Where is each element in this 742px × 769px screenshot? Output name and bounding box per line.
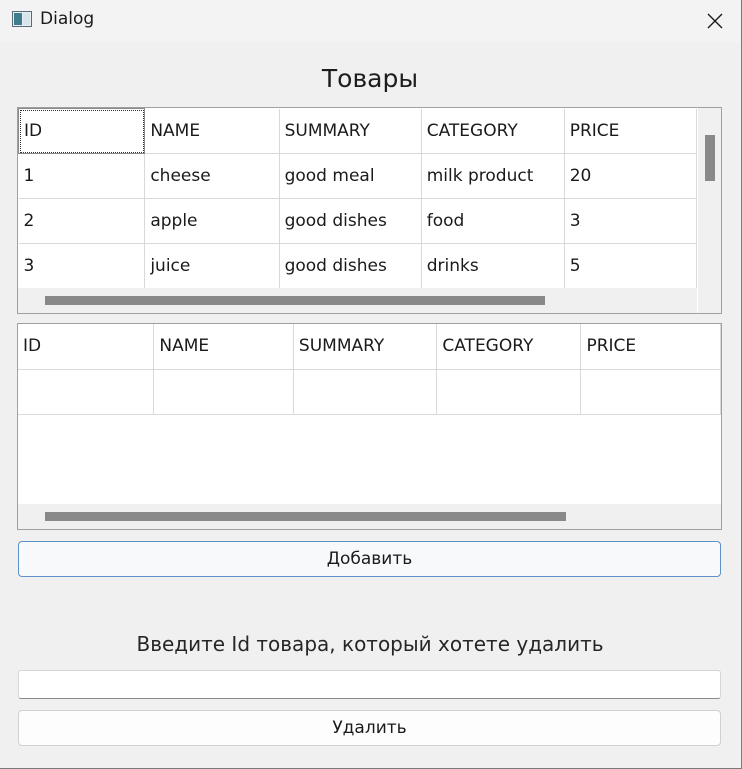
table-cell[interactable]: good dishes (279, 198, 422, 244)
vertical-scrollbar-thumb[interactable] (705, 135, 715, 181)
table-cell[interactable]: 3 (18, 243, 146, 288)
table-cell[interactable]: good dishes (279, 243, 422, 288)
title-bar[interactable]: Dialog (0, 0, 740, 42)
table-cell[interactable]: NAME (144, 108, 280, 154)
horizontal-scrollbar-thumb[interactable] (45, 296, 545, 305)
table-cell[interactable] (153, 369, 294, 415)
table-cell[interactable]: 1 (18, 153, 146, 199)
products-grid: ID NAME SUMMARY CATEGORY PRICE 1 cheese … (18, 108, 697, 288)
window-app-icon (12, 11, 32, 27)
horizontal-scrollbar[interactable] (18, 504, 721, 529)
table-row[interactable]: 3 juice good dishes drinks 5 (18, 243, 697, 288)
add-button[interactable]: Добавить (18, 541, 721, 577)
horizontal-scrollbar-thumb[interactable] (45, 512, 566, 521)
table-row[interactable]: ID NAME SUMMARY CATEGORY PRICE (18, 324, 721, 370)
window-title: Dialog (40, 9, 95, 29)
table-cell[interactable]: PRICE (564, 108, 697, 154)
table-cell[interactable] (18, 369, 155, 415)
table-cell[interactable]: SUMMARY (293, 324, 438, 370)
delete-prompt-label: Введите Id товара, который хотете удалит… (136, 632, 604, 656)
second-table[interactable]: ID NAME SUMMARY CATEGORY PRICE (17, 323, 722, 530)
table-cell[interactable]: 3 (564, 198, 697, 244)
table-cell[interactable]: 20 (564, 153, 697, 199)
table-cell[interactable]: food (421, 198, 565, 244)
table-cell[interactable]: NAME (153, 324, 294, 370)
horizontal-scrollbar[interactable] (18, 288, 697, 313)
products-table-viewport: ID NAME SUMMARY CATEGORY PRICE 1 cheese … (18, 108, 697, 288)
close-button[interactable] (696, 4, 734, 38)
table-cell[interactable] (580, 369, 721, 415)
table-cell[interactable]: PRICE (580, 324, 721, 370)
table-cell[interactable]: milk product (421, 153, 565, 199)
table-row[interactable] (18, 369, 721, 415)
table-cell[interactable]: cheese (144, 153, 280, 199)
vertical-scrollbar[interactable] (698, 108, 721, 313)
table-cell[interactable]: drinks (421, 243, 565, 288)
table-cell[interactable]: ID (18, 324, 155, 370)
table-cell[interactable]: good meal (279, 153, 422, 199)
table-cell[interactable]: ID (18, 108, 146, 154)
table-row[interactable]: 2 apple good dishes food 3 (18, 198, 697, 244)
table-cell[interactable]: CATEGORY (421, 108, 565, 154)
delete-button[interactable]: Удалить (18, 710, 721, 746)
second-table-viewport: ID NAME SUMMARY CATEGORY PRICE (18, 324, 721, 504)
table-cell[interactable]: 2 (18, 198, 146, 244)
table-cell[interactable]: CATEGORY (436, 324, 582, 370)
dialog-window: Dialog Товары ID NAME SUMMARY CATEGORY P… (0, 0, 742, 769)
delete-id-input[interactable] (18, 670, 721, 699)
table-row[interactable]: 1 cheese good meal milk product 20 (18, 153, 697, 199)
second-grid: ID NAME SUMMARY CATEGORY PRICE (18, 324, 721, 415)
table-cell[interactable]: apple (144, 198, 280, 244)
table-cell[interactable] (436, 369, 582, 415)
table-cell[interactable]: 5 (564, 243, 697, 288)
close-icon (707, 13, 723, 29)
table-cell[interactable] (293, 369, 438, 415)
table-row[interactable]: ID NAME SUMMARY CATEGORY PRICE (18, 108, 697, 154)
products-heading: Товары (321, 64, 419, 93)
table-cell[interactable]: juice (144, 243, 280, 288)
table-cell[interactable]: SUMMARY (279, 108, 422, 154)
products-table[interactable]: ID NAME SUMMARY CATEGORY PRICE 1 cheese … (17, 107, 722, 314)
